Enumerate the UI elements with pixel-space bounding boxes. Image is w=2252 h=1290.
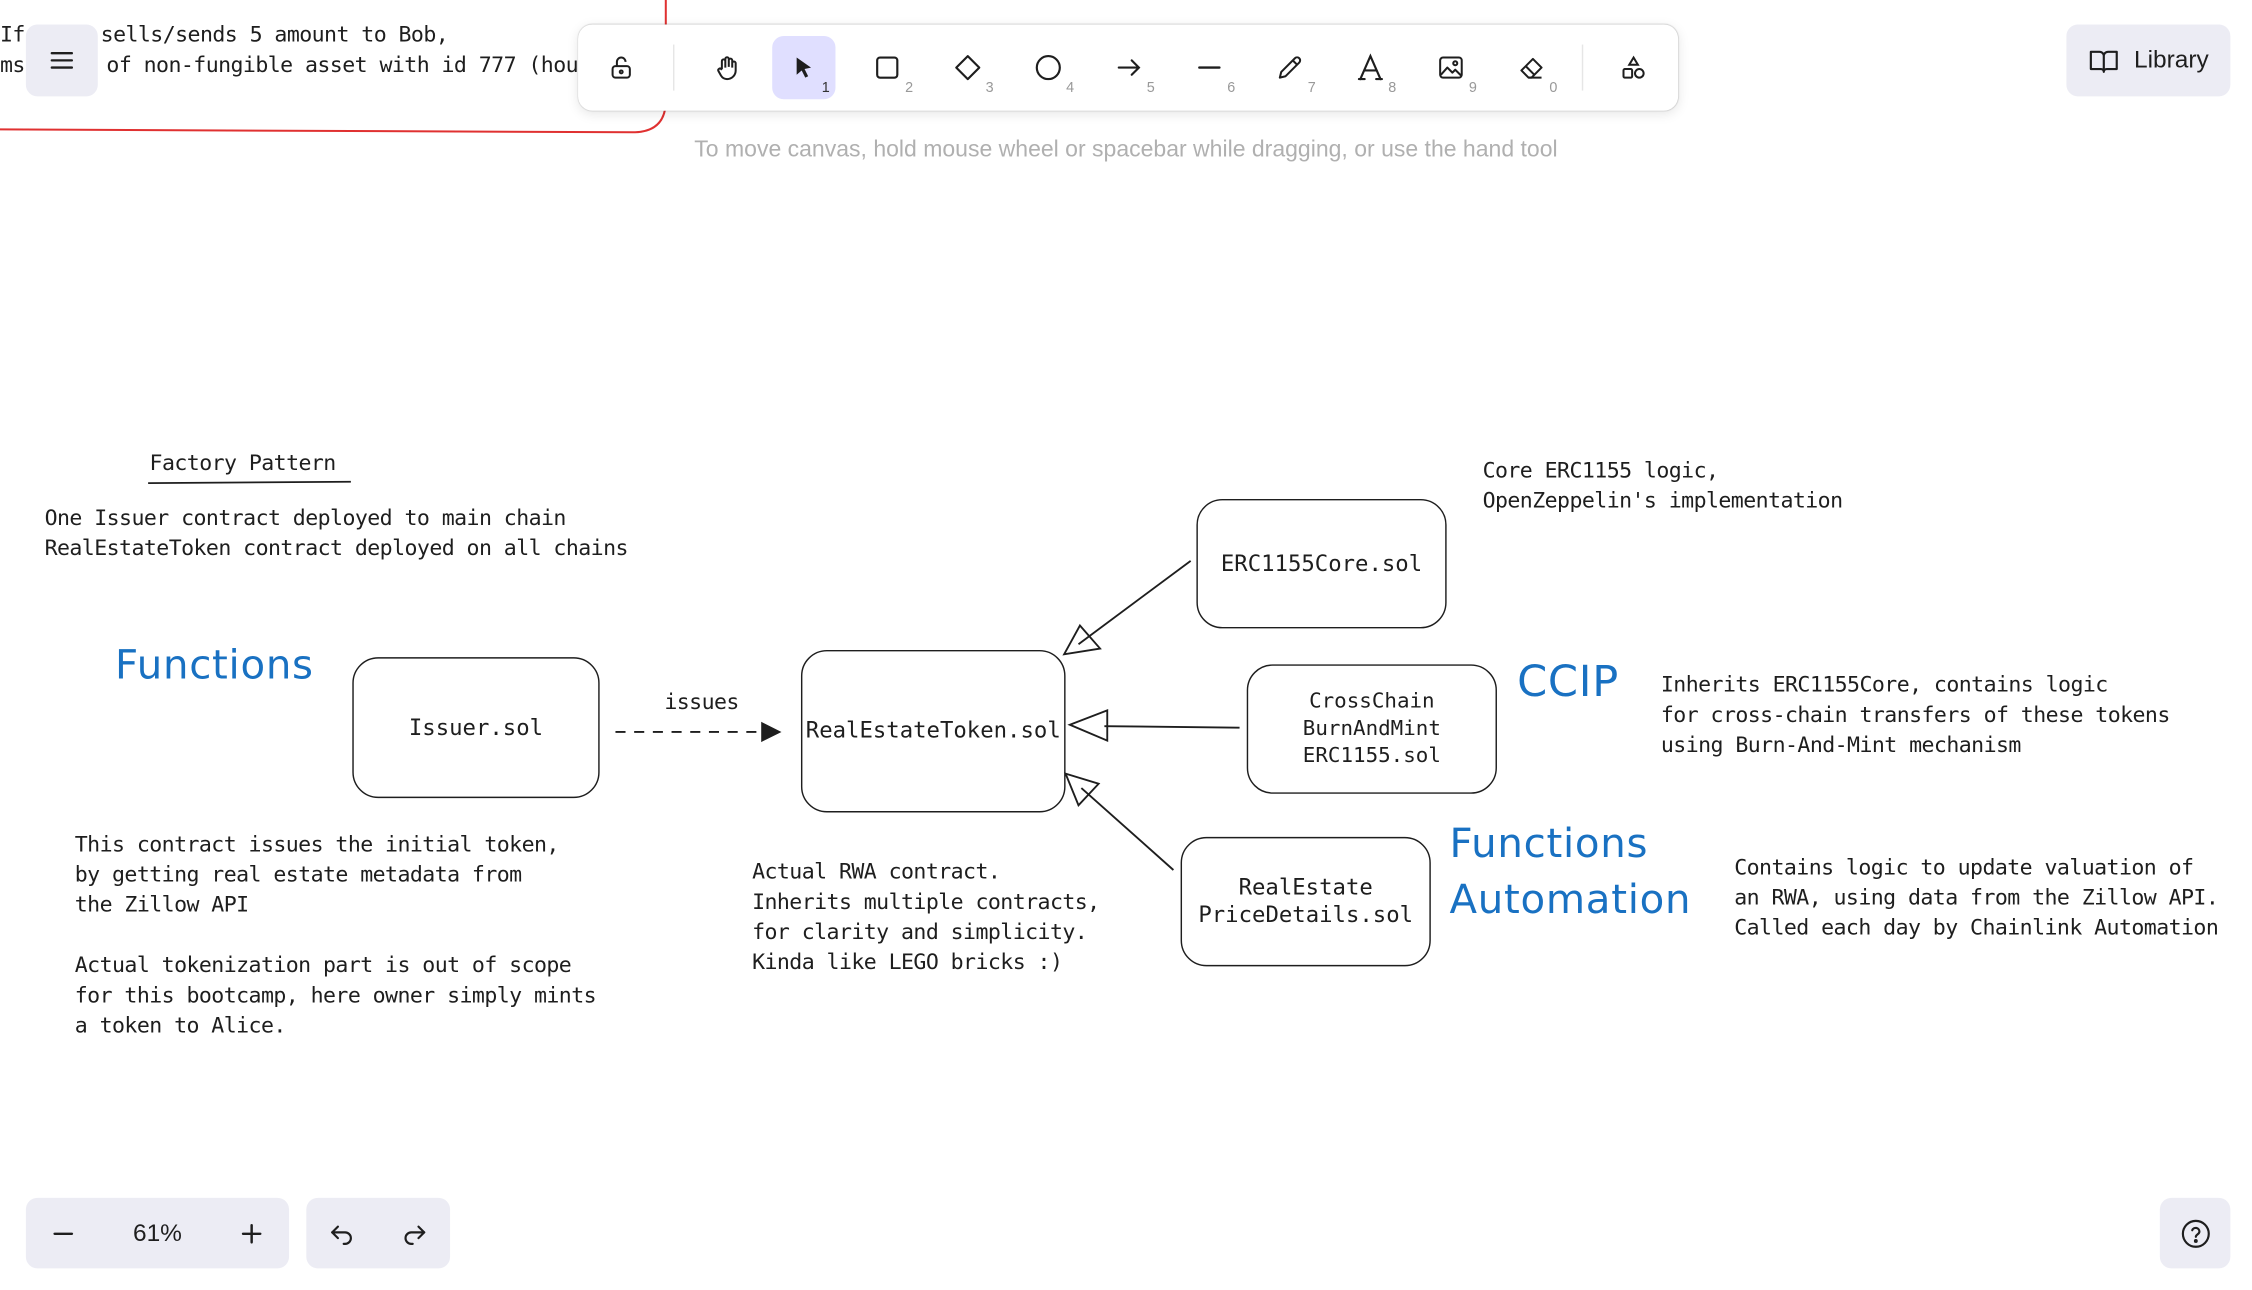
hamburger-icon (50, 52, 74, 69)
tool-key: 4 (1066, 80, 1075, 97)
issues-arrow (615, 721, 782, 743)
tool-eraser[interactable]: 0 (1500, 36, 1563, 99)
issuer-note[interactable]: This contract issues the initial token, … (75, 830, 597, 1041)
tool-ellipse[interactable]: 4 (1017, 36, 1080, 99)
pencil-icon (1278, 56, 1302, 79)
core-note[interactable]: Core ERC1155 logic, OpenZeppelin's imple… (1483, 456, 1844, 516)
cursor-arrow-icon (796, 57, 812, 78)
ccip-note[interactable]: Inherits ERC1155Core, contains logic for… (1661, 670, 2170, 761)
zoom-in-button[interactable] (226, 1207, 278, 1259)
arrows-layer (615, 560, 1240, 871)
tool-image[interactable]: 9 (1419, 36, 1482, 99)
zoom-out-button[interactable] (37, 1207, 89, 1259)
zoom-controls: 61% (25, 1197, 290, 1269)
plus-icon (241, 1223, 262, 1243)
undo-button[interactable] (316, 1207, 368, 1259)
arrow-right-icon (1117, 59, 1141, 76)
tool-selection[interactable]: 1 (772, 35, 836, 100)
redo-button[interactable] (388, 1207, 440, 1259)
tool-hand[interactable] (696, 36, 759, 99)
tool-text[interactable]: 8 (1339, 36, 1402, 99)
canvas[interactable]: If sells/sends 5 amount to Bob, ms of no… (0, 0, 2252, 1290)
undo-icon (331, 1224, 352, 1245)
tool-more-shapes[interactable] (1602, 36, 1665, 99)
eraser-icon (1520, 57, 1543, 79)
tool-rectangle[interactable]: 2 (856, 36, 919, 99)
main-menu-button[interactable] (25, 24, 98, 97)
ellipse-icon (1035, 55, 1061, 81)
tool-diamond[interactable]: 3 (936, 36, 999, 99)
tool-key: 0 (1549, 80, 1558, 97)
library-label: Library (2134, 46, 2209, 74)
automation-note[interactable]: Contains logic to update valuation of an… (1734, 853, 2219, 944)
zoom-level[interactable]: 61% (133, 1219, 182, 1248)
lock-open-icon (611, 56, 631, 79)
tool-lock[interactable] (590, 36, 653, 99)
book-icon (2089, 50, 2118, 73)
canvas-hint: To move canvas, hold mouse wheel or spac… (694, 138, 1558, 163)
tool-key: 3 (985, 80, 994, 97)
minus-icon (53, 1231, 74, 1235)
shapes-icon (1622, 55, 1645, 79)
redo-icon (404, 1224, 426, 1245)
help-circle-icon (2181, 1219, 2210, 1248)
tool-arrow[interactable]: 5 (1097, 36, 1160, 99)
hand-icon (717, 56, 737, 81)
undo-redo-controls (306, 1197, 451, 1269)
help-button[interactable] (2159, 1197, 2231, 1269)
image-icon (1439, 56, 1463, 79)
tool-key: 1 (821, 80, 830, 97)
toolbar-separator (1581, 44, 1584, 91)
shapes-toolbar: 1 2 3 4 5 6 7 8 9 0 (578, 24, 1679, 111)
tool-key: 7 (1307, 80, 1316, 97)
diamond-icon (955, 55, 981, 81)
tool-key: 8 (1388, 80, 1397, 97)
tool-key: 9 (1468, 80, 1477, 97)
issues-label[interactable]: issues (664, 687, 739, 717)
crosschain-inherit-arrow (1067, 709, 1240, 742)
tool-draw[interactable]: 7 (1258, 36, 1321, 99)
rwa-note[interactable]: Actual RWA contract. Inherits multiple c… (752, 857, 1100, 978)
tool-key: 6 (1227, 80, 1236, 97)
text-icon (1357, 53, 1383, 81)
core-inherit-arrow (1062, 560, 1192, 656)
tool-key: 5 (1146, 80, 1155, 97)
library-button[interactable]: Library (2066, 24, 2231, 97)
functions-automation-label[interactable]: Functions Automation (1450, 815, 1692, 927)
ccip-label[interactable]: CCIP (1517, 657, 1619, 707)
line-icon (1198, 66, 1221, 69)
tool-line[interactable]: 6 (1178, 36, 1241, 99)
rectangle-icon (876, 56, 899, 79)
tool-key: 2 (905, 80, 914, 97)
price-inherit-arrow (1063, 772, 1175, 871)
toolbar-separator (672, 44, 675, 91)
